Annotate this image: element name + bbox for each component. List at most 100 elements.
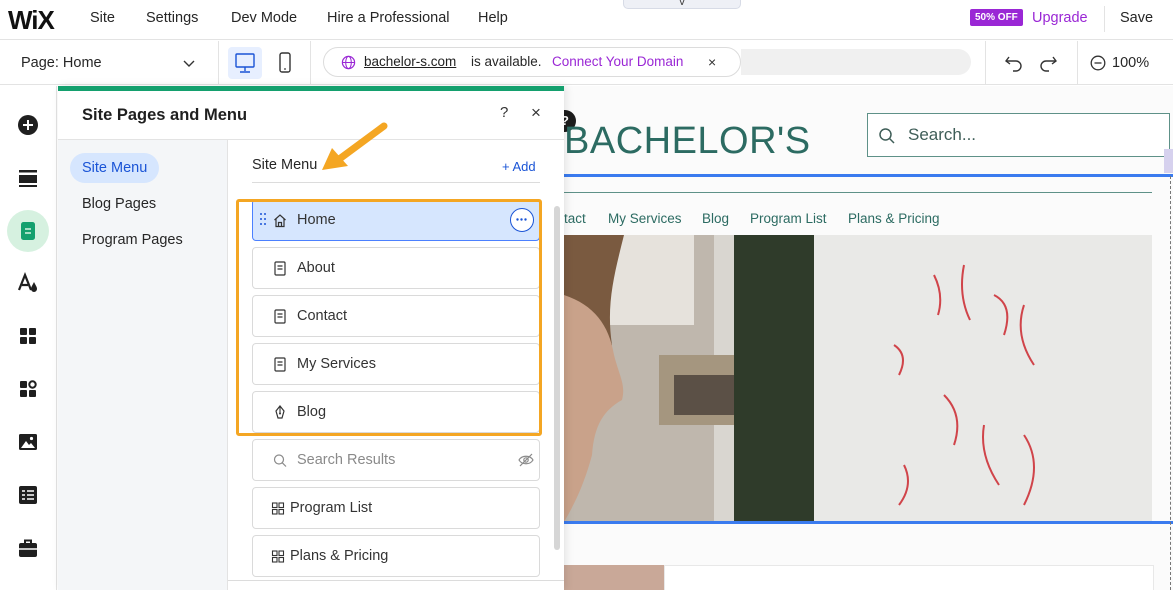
- pages-and-menu-button[interactable]: [7, 210, 49, 252]
- add-elements-button[interactable]: [7, 104, 49, 146]
- menu-hire-professional[interactable]: Hire a Professional: [327, 0, 450, 40]
- site-canvas[interactable]: ? BACHELOR'S Search... tact My Services …: [564, 86, 1173, 590]
- menu-item-plans-pricing[interactable]: Plans & Pricing: [252, 535, 540, 577]
- menu-settings[interactable]: Settings: [146, 0, 198, 40]
- desktop-view-button[interactable]: [228, 47, 262, 79]
- menu-item-label: Home: [297, 212, 336, 228]
- panel-categories: Site Menu Blog Pages Program Pages: [58, 140, 228, 590]
- section-thumbnail[interactable]: [564, 565, 664, 590]
- puzzle-grid-icon: [20, 380, 37, 397]
- canvas-handle[interactable]: [1164, 149, 1173, 173]
- menu-item-label: My Services: [297, 356, 376, 372]
- site-nav-contact[interactable]: tact: [564, 211, 586, 226]
- menu-site[interactable]: Site: [90, 0, 115, 40]
- collapse-tab[interactable]: ᐯ: [623, 0, 741, 9]
- panel-help-button[interactable]: ?: [500, 104, 508, 121]
- grid-icon: [271, 502, 285, 515]
- menu-item-label: Search Results: [297, 452, 396, 468]
- category-program-pages[interactable]: Program Pages: [70, 225, 195, 255]
- image-icon: [19, 434, 37, 450]
- divider: [985, 41, 986, 85]
- globe-icon: [341, 55, 356, 70]
- discount-badge: 50% OFF: [970, 9, 1023, 26]
- site-nav-blog[interactable]: Blog: [702, 211, 729, 226]
- page-icon: [274, 357, 286, 372]
- domain-status-text: is available.: [471, 54, 542, 69]
- menu-item-home[interactable]: Home: [252, 199, 540, 241]
- menu-item-my-services[interactable]: My Services: [252, 343, 540, 385]
- site-title[interactable]: BACHELOR'S: [564, 120, 811, 163]
- site-nav-my-services[interactable]: My Services: [608, 211, 682, 226]
- divider: [1104, 6, 1105, 32]
- zoom-level[interactable]: 100%: [1112, 41, 1149, 85]
- connect-domain-link[interactable]: Connect Your Domain: [552, 48, 683, 76]
- mobile-view-button[interactable]: [268, 47, 302, 79]
- undo-icon[interactable]: [1004, 54, 1024, 72]
- menu-item-search-results[interactable]: Search Results: [252, 439, 540, 481]
- cms-button[interactable]: [7, 474, 49, 516]
- hidden-eye-icon[interactable]: [518, 453, 534, 467]
- divider: [1077, 41, 1078, 85]
- top-bar: WiX Site Settings Dev Mode Hire a Profes…: [0, 0, 1173, 40]
- page-icon: [274, 309, 286, 324]
- page-selector[interactable]: Page: Home: [21, 41, 102, 85]
- save-button[interactable]: Save: [1120, 0, 1153, 36]
- divider: [310, 41, 311, 85]
- hero-photo-illustration: [564, 235, 1152, 522]
- divider: [218, 41, 219, 85]
- panel-title: Site Pages and Menu: [82, 106, 248, 124]
- site-nav-program-list[interactable]: Program List: [750, 211, 827, 226]
- site-pages-panel: Site Pages and Menu ? × Site Menu Blog P…: [58, 86, 564, 590]
- panel-footer-divider: [228, 580, 564, 581]
- site-nav-plans-pricing[interactable]: Plans & Pricing: [848, 211, 940, 226]
- editor-toolbar: Page: Home bachelor-s.com is available. …: [0, 41, 1173, 85]
- plus-circle-icon: [18, 115, 38, 135]
- add-page-button[interactable]: + Add: [502, 159, 536, 174]
- home-icon: [274, 214, 286, 228]
- apps-grid-icon: [20, 328, 36, 344]
- page-icon: [21, 222, 35, 240]
- upgrade-link[interactable]: Upgrade: [1032, 0, 1088, 36]
- menu-item-label: Blog: [297, 404, 327, 420]
- menu-item-label: Plans & Pricing: [290, 548, 389, 564]
- hero-image[interactable]: [564, 235, 1152, 522]
- zoom-out-icon[interactable]: [1090, 55, 1106, 71]
- table-icon: [19, 486, 37, 504]
- design-button[interactable]: [7, 262, 49, 304]
- section-card[interactable]: [664, 565, 1154, 590]
- url-bar-extension: [741, 49, 971, 75]
- menu-item-label: Program List: [290, 500, 373, 516]
- domain-name-link[interactable]: bachelor-s.com: [364, 48, 456, 76]
- sections-button[interactable]: [7, 157, 49, 199]
- panel-scrollbar[interactable]: [554, 206, 560, 550]
- header-divider: [564, 192, 1152, 193]
- menu-item-blog[interactable]: Blog: [252, 391, 540, 433]
- panel-close-button[interactable]: ×: [531, 103, 541, 123]
- menu-item-program-list[interactable]: Program List: [252, 487, 540, 529]
- close-domain-bar-button[interactable]: ×: [708, 48, 716, 76]
- redo-icon[interactable]: [1038, 54, 1058, 72]
- wix-logo[interactable]: WiX: [8, 5, 55, 36]
- section-divider: [252, 182, 540, 183]
- media-button[interactable]: [7, 421, 49, 463]
- drag-handle-icon[interactable]: [259, 212, 267, 226]
- sections-icon: [19, 170, 37, 187]
- business-tools-button[interactable]: [7, 527, 49, 569]
- menu-item-about[interactable]: About: [252, 247, 540, 289]
- more-actions-button[interactable]: [510, 208, 534, 232]
- menu-item-contact[interactable]: Contact: [252, 295, 540, 337]
- category-blog-pages[interactable]: Blog Pages: [70, 189, 168, 219]
- business-apps-button[interactable]: [7, 368, 49, 410]
- header-selection-border: [564, 174, 1173, 177]
- design-icon: [17, 272, 37, 292]
- menu-item-label: About: [297, 260, 335, 276]
- menu-dev-mode[interactable]: Dev Mode: [231, 0, 297, 40]
- section-title: Site Menu: [252, 157, 318, 173]
- site-search-box[interactable]: Search...: [867, 113, 1170, 157]
- apps-button[interactable]: [7, 315, 49, 357]
- briefcase-icon: [19, 539, 37, 557]
- category-site-menu[interactable]: Site Menu: [70, 153, 160, 183]
- chevron-down-icon[interactable]: [182, 56, 196, 70]
- menu-help[interactable]: Help: [478, 0, 508, 40]
- panel-accent-bar: [58, 86, 564, 91]
